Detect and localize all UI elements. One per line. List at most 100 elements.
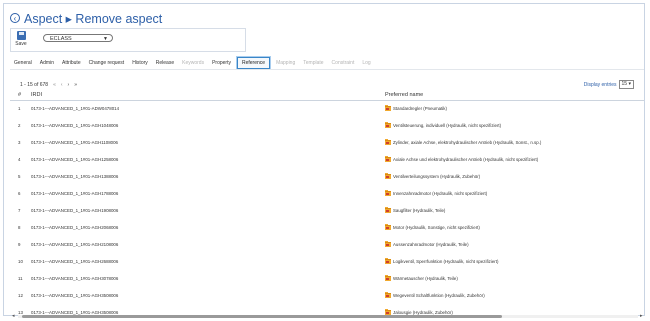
row-preferred-name: Aussenzahnradmotor (Hydraulik, Teile) <box>385 241 469 247</box>
row-name-text: Axiale Achse und elektrohydraulischer An… <box>393 157 539 162</box>
scroll-right-icon[interactable]: ▸ <box>640 314 643 319</box>
row-number: 12 <box>18 293 23 298</box>
back-arrow-icon[interactable]: ‹ <box>10 13 20 23</box>
row-name-text: Innenzahnradmotor (Hydraulik, nicht spez… <box>393 191 488 196</box>
header-irdi: IRDI <box>31 92 42 98</box>
tab-bar: General Admin Attribute Change request Histo… <box>10 56 375 69</box>
last-page-icon[interactable]: » <box>74 82 77 88</box>
chevron-down-icon: ▼ <box>103 36 108 42</box>
table-row[interactable]: 5 0173-1---ADVANCED_1_1#01-AGH1388006 Vent… <box>10 168 644 185</box>
folder-icon <box>385 207 391 213</box>
row-preferred-name: Wärmetauscher (Hydraulik, Teile) <box>385 275 458 281</box>
tab-divider <box>10 69 644 70</box>
row-irdi: 0173-1---ADVANCED_1_1#01-AGH1258006 <box>31 157 119 162</box>
row-number: 4 <box>18 157 21 162</box>
row-number: 3 <box>18 140 21 145</box>
tab-release[interactable]: Release <box>152 58 178 68</box>
row-number: 9 <box>18 242 21 247</box>
save-disk-icon <box>16 31 26 40</box>
table-row[interactable]: 9 0173-1---ADVANCED_1_1#01-AGH2108006 Auss… <box>10 236 644 253</box>
tab-change-request[interactable]: Change request <box>85 58 129 68</box>
header-num: # <box>18 92 22 98</box>
row-preferred-name: Wegeventil Schaltfunktion (Hydraulik, Zu… <box>385 292 485 298</box>
row-preferred-name: Logikventil, Sperrfunktion (Hydraulik, n… <box>385 258 498 264</box>
next-page-icon[interactable]: › <box>68 82 70 88</box>
horizontal-scrollbar[interactable]: ◂ ▸ <box>12 314 644 319</box>
folder-icon <box>385 190 391 196</box>
folder-icon <box>385 241 391 247</box>
folder-icon <box>385 105 391 111</box>
prev-page-icon[interactable]: ‹ <box>61 82 63 88</box>
tab-template[interactable]: Template <box>299 58 327 68</box>
tab-reference[interactable]: Reference <box>236 56 271 69</box>
row-irdi: 0173-1---ADVANCED_1_1#01-AGH1048006 <box>31 123 119 128</box>
tab-attribute[interactable]: Attribute <box>58 58 85 68</box>
toolbar: Save ECLASS ▼ <box>10 28 246 52</box>
first-page-icon[interactable]: « <box>53 82 56 88</box>
tab-keywords[interactable]: Keywords <box>178 58 208 68</box>
table-row[interactable]: 12 0173-1---ADVANCED_1_1#01-AGH3508006 Weg… <box>10 287 644 304</box>
row-irdi: 0173-1---ADVANCED_1_1#01-AGH1388006 <box>31 174 119 179</box>
row-irdi: 0173-1---ADVANCED_1_1#01-AGH2688006 <box>31 259 119 264</box>
table-row[interactable]: 6 0173-1---ADVANCED_1_1#01-AGH1788006 Inne… <box>10 185 644 202</box>
folder-icon <box>385 139 391 145</box>
row-name-text: Saugfilter (Hydraulik, Teile) <box>393 208 446 213</box>
row-irdi: 0173-1---ADVANCED_1_1#01-AGH1108006 <box>31 140 118 145</box>
tab-log[interactable]: Log <box>358 58 374 68</box>
row-irdi: 0173-1---ADVANCED_1_1#01-AGH1908006 <box>31 208 119 213</box>
page-title: Aspect ▸ Remove aspect <box>24 11 163 26</box>
tab-general[interactable]: General <box>10 58 36 68</box>
table-row[interactable]: 11 0173-1---ADVANCED_1_1#01-AGH3078006 Wär… <box>10 270 644 287</box>
tab-property[interactable]: Property <box>208 58 235 68</box>
table-row[interactable]: 2 0173-1---ADVANCED_1_1#01-AGH1048006 Vent… <box>10 117 644 134</box>
display-entries: Display entries 15 ▾ <box>584 80 634 89</box>
tab-constraint[interactable]: Constraint <box>328 58 359 68</box>
row-name-text: Ventilsteuerung, individuell (Hydraulik,… <box>393 123 502 128</box>
row-irdi: 0173-1---ADVANCED_1_1#01-AGH3508006 <box>31 293 119 298</box>
display-entries-select[interactable]: 15 ▾ <box>618 80 634 89</box>
pager-info: 1 - 15 of 678 <box>20 82 49 88</box>
tab-admin[interactable]: Admin <box>36 58 58 68</box>
table-row[interactable]: 1 0173-1---ADVANCED_1_1#01-ADW0478014 Stan… <box>10 100 644 117</box>
scroll-thumb[interactable] <box>22 315 502 318</box>
class-dropdown[interactable]: ECLASS ▼ <box>43 34 113 42</box>
display-entries-label: Display entries <box>583 81 617 88</box>
table-row[interactable]: 10 0173-1---ADVANCED_1_1#01-AGH2688006 Log… <box>10 253 644 270</box>
main-window: ‹ Aspect ▸ Remove aspect Save ECLASS ▼ G… <box>3 3 645 319</box>
row-preferred-name: Saugfilter (Hydraulik, Teile) <box>385 207 446 213</box>
row-number: 7 <box>18 208 21 213</box>
tab-history[interactable]: History <box>128 58 152 68</box>
row-irdi: 0173-1---ADVANCED_1_1#01-ADW0478014 <box>31 106 120 111</box>
row-number: 2 <box>18 123 21 128</box>
row-name-text: Wärmetauscher (Hydraulik, Teile) <box>393 276 458 281</box>
folder-icon <box>385 292 391 298</box>
row-number: 1 <box>18 106 21 111</box>
save-button[interactable]: Save <box>13 30 29 51</box>
scroll-left-icon[interactable]: ◂ <box>12 314 15 319</box>
table-header: # IRDI Preferred name <box>10 92 644 100</box>
table-row[interactable]: 8 0173-1---ADVANCED_1_1#01-AGH2068006 Moto… <box>10 219 644 236</box>
class-dropdown-value: ECLASS <box>50 36 72 42</box>
row-name-text: Zylinder, axiale Achse, elektrohydraulis… <box>393 140 542 145</box>
row-preferred-name: Axiale Achse und elektrohydraulischer An… <box>385 156 539 162</box>
table-row[interactable]: 7 0173-1---ADVANCED_1_1#01-AGH1908006 Saug… <box>10 202 644 219</box>
row-preferred-name: Zylinder, axiale Achse, elektrohydraulis… <box>385 139 542 145</box>
folder-icon <box>385 258 391 264</box>
row-irdi: 0173-1---ADVANCED_1_1#01-AGH1788006 <box>31 191 119 196</box>
folder-icon <box>385 122 391 128</box>
pager: 1 - 15 of 678 « ‹ › » <box>20 82 77 88</box>
table-row[interactable]: 3 0173-1---ADVANCED_1_1#01-AGH1108006 Zyli… <box>10 134 644 151</box>
display-entries-value: 15 <box>621 81 628 87</box>
tab-mapping[interactable]: Mapping <box>272 58 299 68</box>
row-number: 10 <box>18 259 23 264</box>
row-number: 11 <box>18 276 23 281</box>
row-irdi: 0173-1---ADVANCED_1_1#01-AGH2108006 <box>31 242 119 247</box>
row-preferred-name: Standardregler (Pneumatik) <box>385 105 447 111</box>
row-preferred-name: Ventilsteuerung, individuell (Hydraulik,… <box>385 122 502 128</box>
header-preferred-name: Preferred name <box>385 92 424 98</box>
title-bar: ‹ Aspect ▸ Remove aspect <box>10 11 163 26</box>
folder-icon <box>385 275 391 281</box>
table-row[interactable]: 4 0173-1---ADVANCED_1_1#01-AGH1258006 Axia… <box>10 151 644 168</box>
row-name-text: Wegeventil Schaltfunktion (Hydraulik, Zu… <box>393 293 485 298</box>
row-preferred-name: Innenzahnradmotor (Hydraulik, nicht spez… <box>385 190 488 196</box>
